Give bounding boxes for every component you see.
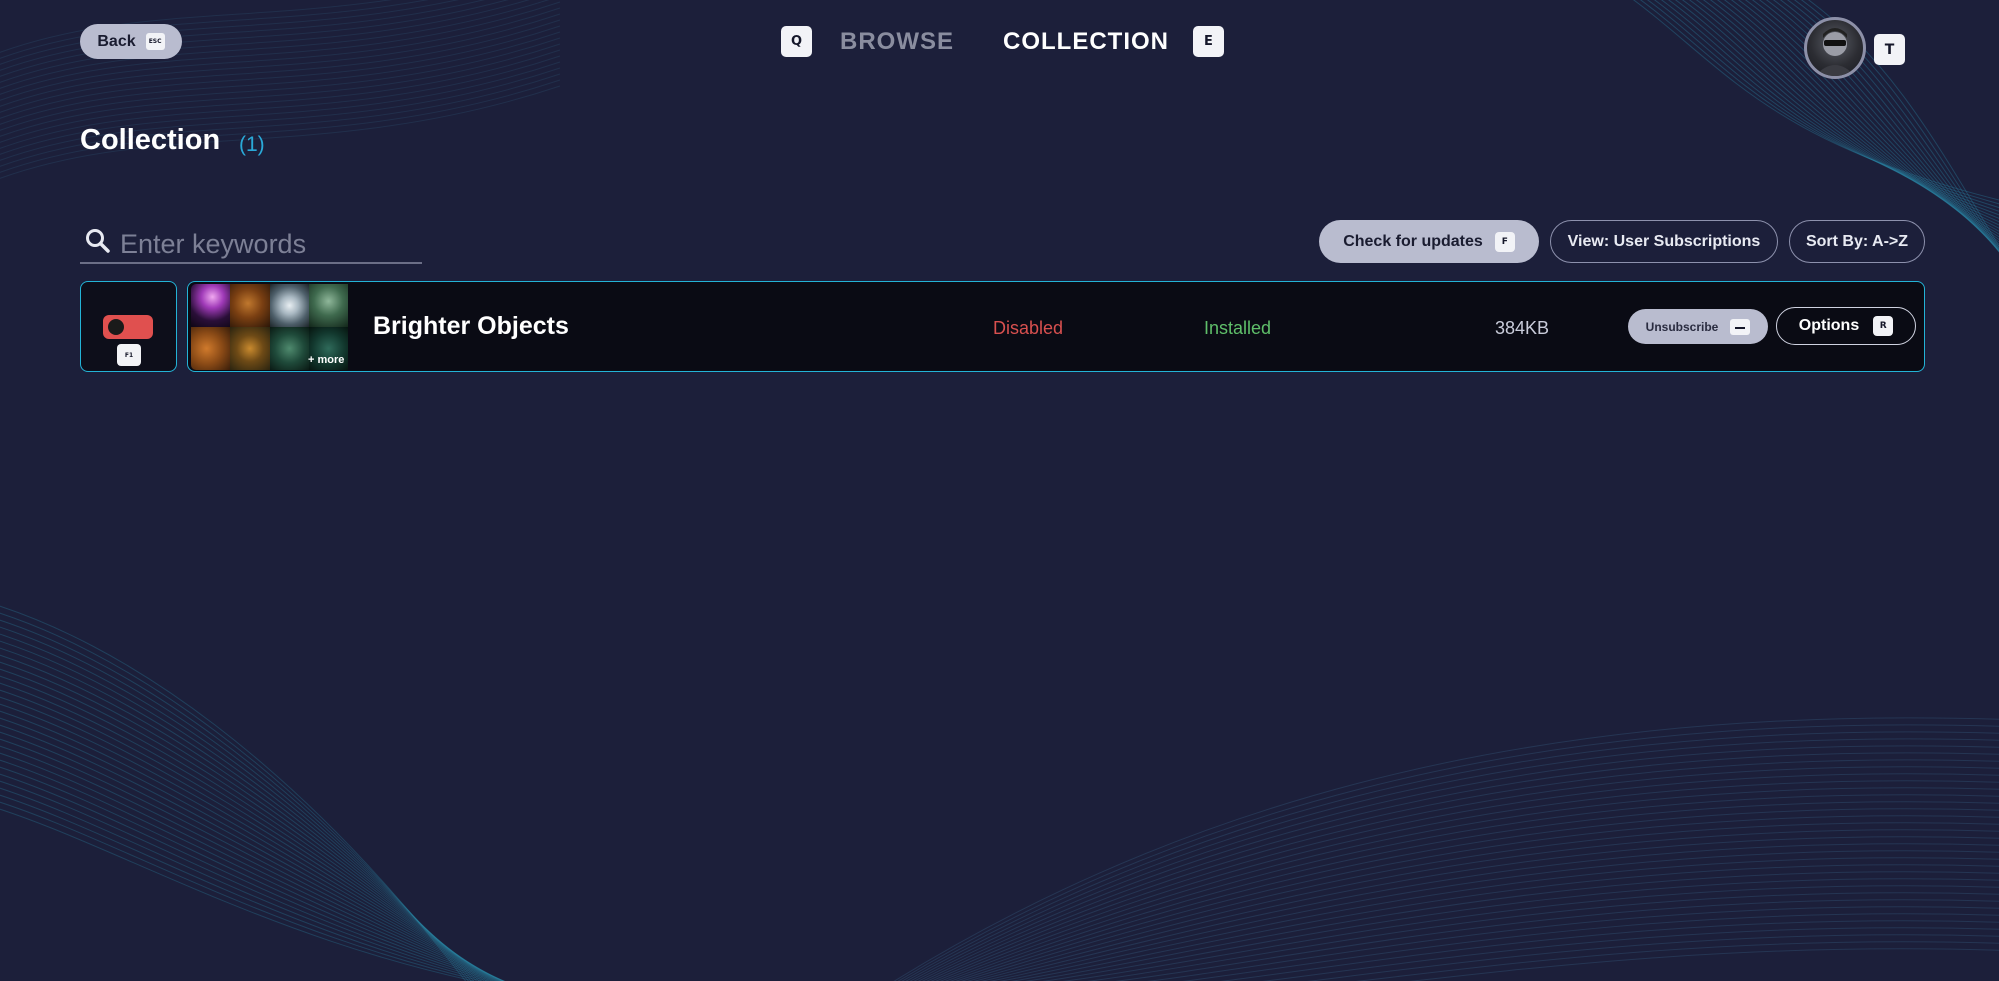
search-icon	[86, 229, 110, 253]
tab-collection[interactable]: COLLECTION	[1003, 28, 1169, 56]
item-name: Brighter Objects	[373, 312, 569, 340]
thumbnail-image	[269, 327, 309, 370]
thumbnail-more-label: + more	[308, 354, 345, 366]
thumbnail-image	[191, 284, 231, 327]
list-item[interactable]: + more Brighter Objects Disabled Install…	[187, 281, 1925, 372]
back-button-label: Back	[97, 32, 136, 50]
browse-key-hint: Q	[781, 26, 812, 57]
avatar-person-icon	[1815, 28, 1855, 76]
thumbnail-image	[230, 284, 270, 327]
check-updates-button[interactable]: Check for updates F	[1319, 220, 1539, 263]
collection-key-hint: E	[1193, 26, 1224, 57]
unsubscribe-button[interactable]: Unsubscribe	[1628, 309, 1768, 344]
back-key-hint: ESC	[145, 33, 165, 50]
profile-key-hint: T	[1874, 34, 1905, 65]
toggle-key-hint: F1	[117, 344, 141, 366]
item-size: 384KB	[1495, 318, 1550, 338]
page-title: Collection	[80, 124, 221, 156]
item-install-status: Installed	[1204, 318, 1272, 338]
avatar[interactable]	[1804, 17, 1866, 79]
back-button[interactable]: Back ESC	[80, 24, 182, 59]
sort-label: Sort By: A->Z	[1805, 232, 1909, 250]
search-bar	[80, 225, 422, 264]
thumbnail-image	[308, 284, 348, 327]
collection-count: (1)	[239, 133, 265, 156]
check-updates-key-hint: F	[1494, 231, 1515, 252]
check-updates-label: Check for updates	[1343, 232, 1483, 250]
item-state-badge: Disabled	[993, 318, 1064, 338]
background-waves	[0, 0, 1999, 981]
view-filter-label: View: User Subscriptions	[1567, 232, 1761, 250]
thumbnail-image	[230, 327, 270, 370]
space-key-hint	[1730, 318, 1751, 335]
sort-button[interactable]: Sort By: A->Z	[1789, 220, 1925, 263]
options-label: Options	[1798, 317, 1860, 334]
options-key-hint: R	[1873, 316, 1894, 336]
item-enable-card: F1	[80, 281, 177, 372]
item-enable-toggle[interactable]	[103, 315, 153, 339]
unsubscribe-label: Unsubscribe	[1645, 319, 1719, 334]
thumbnail-image	[191, 327, 231, 370]
search-input[interactable]	[118, 225, 422, 263]
toggle-knob	[108, 319, 124, 335]
thumbnail-image	[269, 284, 309, 327]
tab-browse[interactable]: BROWSE	[840, 28, 954, 56]
space-bar-icon	[1735, 326, 1746, 329]
options-button[interactable]: Options R	[1776, 307, 1916, 345]
view-filter-button[interactable]: View: User Subscriptions	[1550, 220, 1778, 263]
